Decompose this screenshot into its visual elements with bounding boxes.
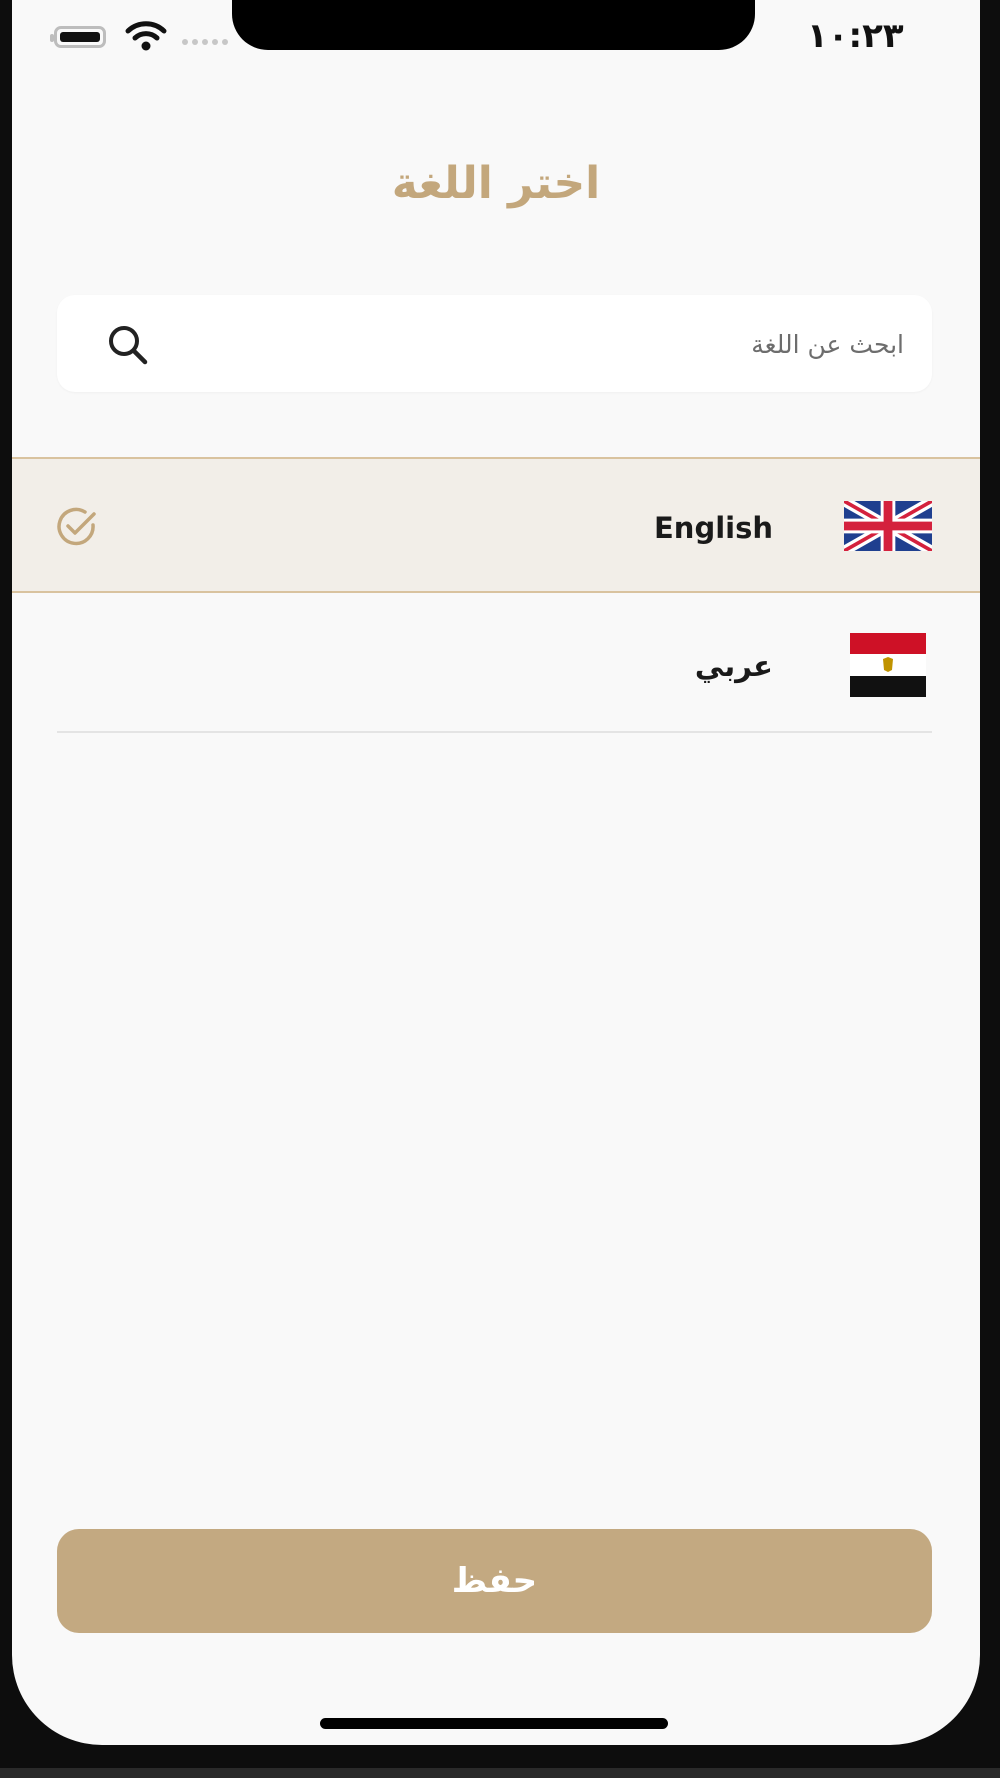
battery-icon bbox=[50, 26, 106, 48]
app-screen: ١٠:٢٣ اختر اللغة English bbox=[12, 0, 980, 1745]
search-box[interactable] bbox=[57, 295, 932, 394]
language-item-english[interactable]: English bbox=[12, 457, 980, 593]
status-time: ١٠:٢٣ bbox=[807, 16, 904, 56]
language-item-arabic[interactable]: عربي bbox=[12, 595, 980, 733]
language-label: عربي bbox=[694, 649, 773, 683]
device-bottom-edge bbox=[0, 1768, 1000, 1778]
uk-flag-icon bbox=[844, 501, 932, 551]
list-divider bbox=[57, 731, 932, 733]
camera-notch bbox=[232, 0, 755, 50]
home-indicator bbox=[320, 1718, 668, 1729]
language-label: English bbox=[653, 511, 773, 545]
page-title: اختر اللغة bbox=[391, 158, 601, 209]
check-circle-icon bbox=[57, 507, 96, 546]
save-button[interactable]: حفظ bbox=[57, 1529, 932, 1633]
language-search-input[interactable] bbox=[302, 295, 906, 394]
wifi-icon bbox=[125, 21, 167, 51]
search-icon[interactable] bbox=[105, 322, 151, 368]
signal-icon bbox=[182, 39, 228, 45]
egypt-flag-icon bbox=[850, 633, 926, 697]
phone-frame: ١٠:٢٣ اختر اللغة English bbox=[0, 0, 1000, 1778]
